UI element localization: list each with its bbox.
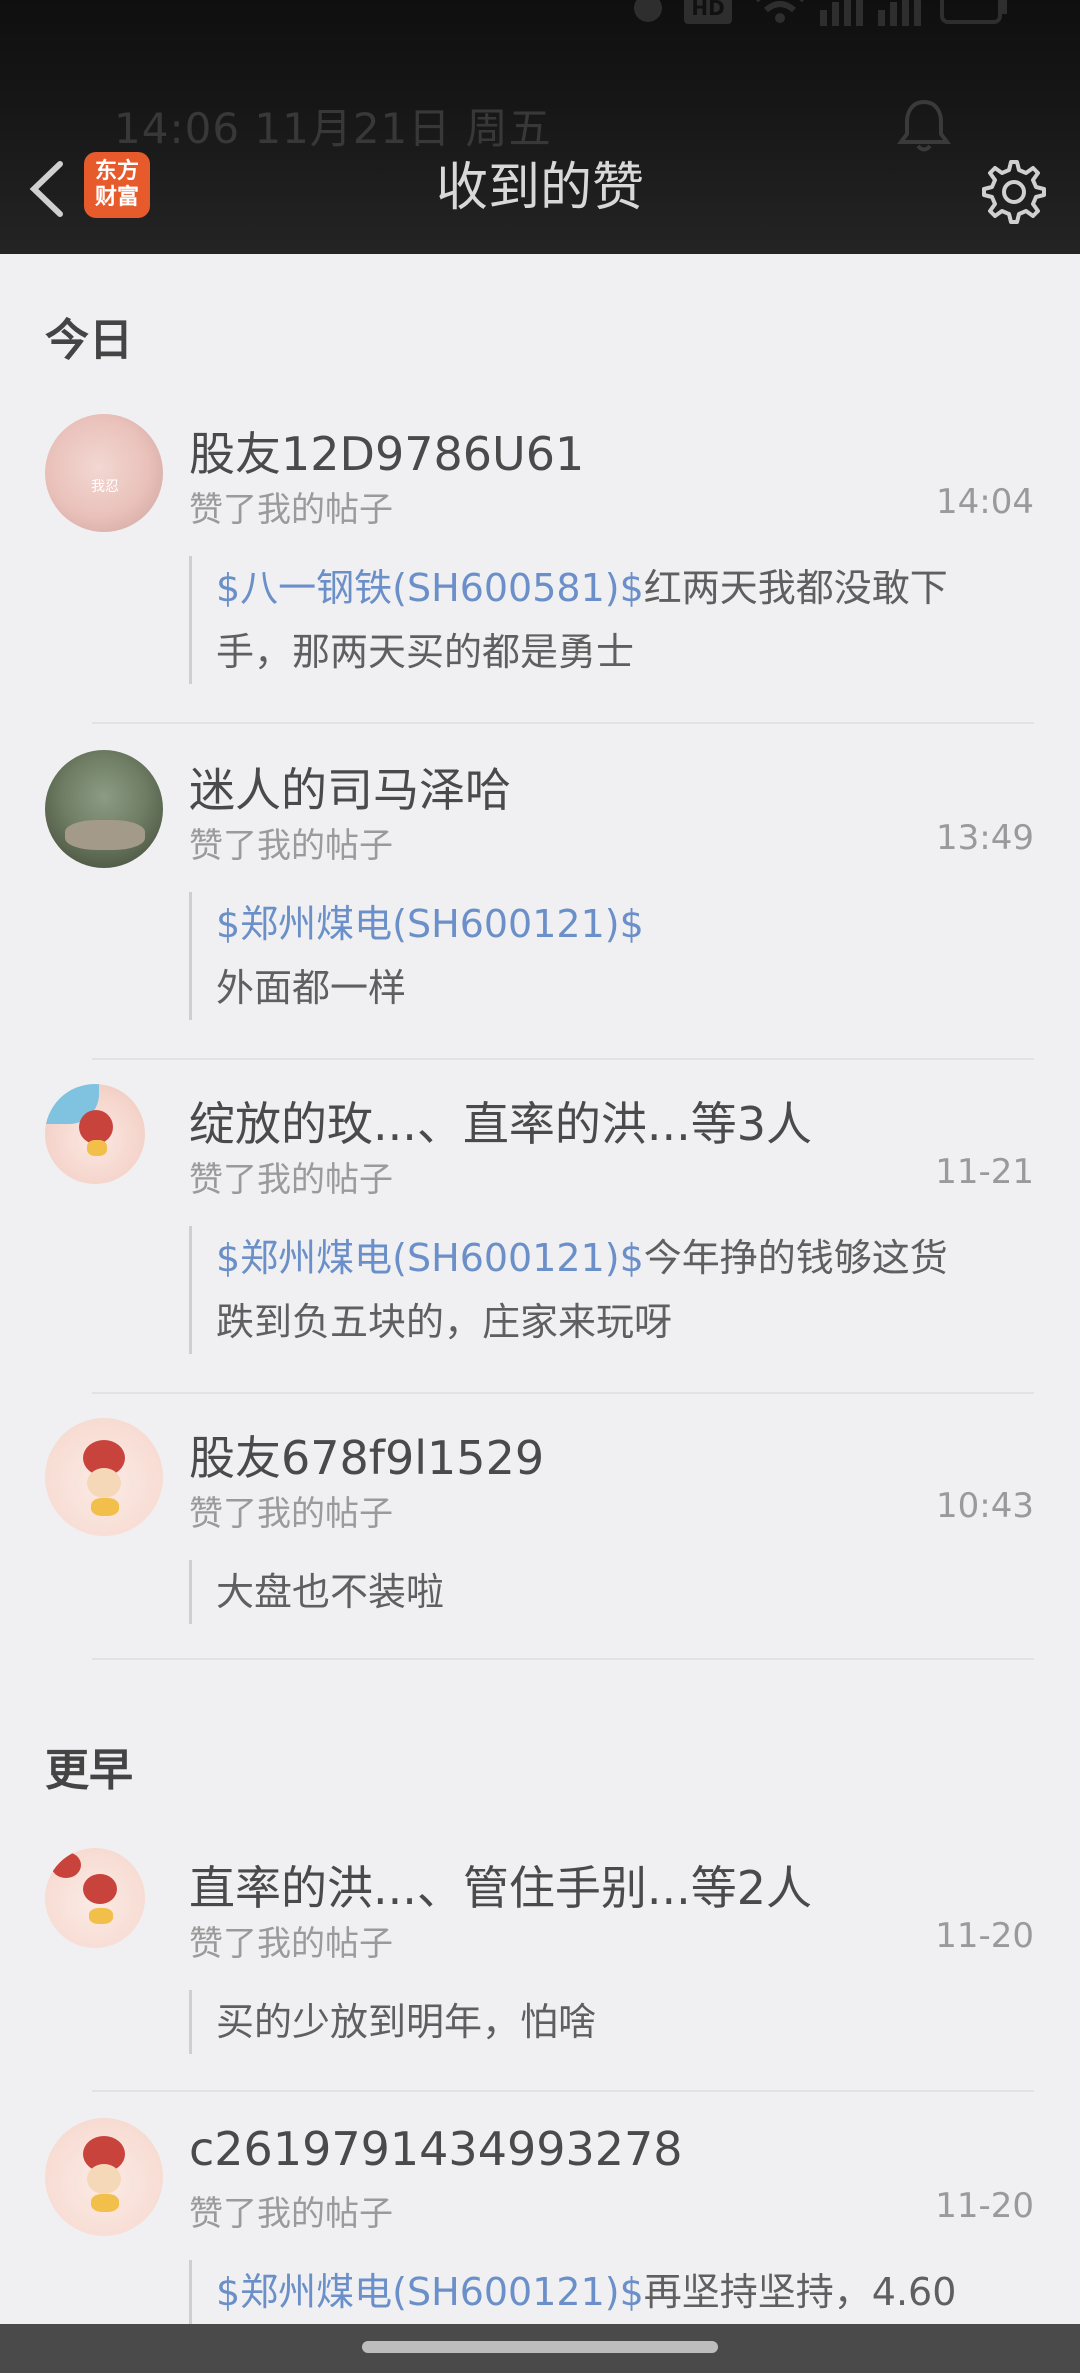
post-text: 今年挣的钱够这货 [643, 1236, 948, 1280]
avatar[interactable]: 我忍 [45, 414, 163, 532]
avatar-label: 我忍 [91, 479, 119, 495]
alarm-icon [634, 0, 662, 22]
home-indicator[interactable] [362, 2341, 718, 2353]
user-name[interactable]: c2619791434993278 [189, 2122, 683, 2176]
divider [92, 1058, 1034, 1060]
post-text-cont: 跌到负五块的，庄家来玩呀 [216, 1300, 673, 1344]
notification-time: 14:06 11月21日 周五 [114, 104, 552, 153]
quoted-post[interactable]: $郑州煤电(SH600121)$今年挣的钱够这货 跌到负五块的，庄家来玩呀 [189, 1226, 1056, 1354]
battery-icon [940, 0, 1007, 24]
timestamp: 13:49 [936, 818, 1034, 858]
signal-icon-1 [820, 0, 863, 26]
quoted-post[interactable]: 买的少放到明年，怕啥 [189, 1990, 1056, 2054]
stock-link[interactable]: $郑州煤电(SH600121)$ [216, 2270, 644, 2314]
page-title: 收到的赞 [435, 158, 644, 218]
likes-list[interactable]: 今日 我忍 股友12D9786U61 赞了我的帖子 14:04 $八一钢铁(SH… [0, 254, 1080, 2324]
divider [92, 1658, 1034, 1660]
post-text: 买的少放到明年，怕啥 [216, 2000, 597, 2044]
divider [92, 1392, 1034, 1394]
divider [92, 2090, 1034, 2092]
wifi-icon [756, 0, 804, 23]
post-text-cont: 手，那两天买的都是勇士 [216, 630, 635, 674]
stock-link[interactable]: $郑州煤电(SH600121)$ [216, 1236, 644, 1280]
post-text: 红两天我都没敢下 [643, 566, 948, 610]
avatar[interactable] [45, 2118, 163, 2236]
timestamp: 14:04 [936, 482, 1034, 522]
bell-icon [897, 99, 951, 152]
user-name[interactable]: 绽放的玫...、直率的洪...等3人 [189, 1088, 812, 1154]
quoted-post[interactable]: $郑州煤电(SH600121)$再坚持坚持，4.60 [189, 2260, 1056, 2324]
action-text: 赞了我的帖子 [189, 1924, 393, 1964]
post-text: 再坚持坚持，4.60 [643, 2270, 957, 2314]
navigation-bar [0, 2324, 1080, 2373]
status-bar: HD [0, 0, 1080, 40]
stock-link[interactable]: $八一钢铁(SH600581)$ [216, 566, 644, 610]
user-name[interactable]: 直率的洪...、管住手别...等2人 [189, 1852, 812, 1918]
post-text: 大盘也不装啦 [216, 1570, 445, 1614]
action-text: 赞了我的帖子 [189, 1494, 393, 1534]
quoted-post[interactable]: $郑州煤电(SH600121)$ 外面都一样 [189, 892, 1056, 1020]
quoted-post[interactable]: 大盘也不装啦 [189, 1560, 1056, 1624]
header-bar: HD 14:06 11月21日 周五 东方 财富 收到的赞 [0, 0, 1080, 254]
user-name[interactable]: 股友12D9786U61 [189, 418, 584, 484]
action-text: 赞了我的帖子 [189, 490, 393, 530]
action-text: 赞了我的帖子 [189, 2194, 393, 2234]
section-title-earlier: 更早 [45, 1745, 133, 1796]
quoted-post[interactable]: $八一钢铁(SH600581)$红两天我都没敢下 手，那两天买的都是勇士 [189, 556, 1056, 684]
timestamp: 11-20 [935, 2186, 1034, 2226]
section-title-today: 今日 [45, 315, 133, 366]
user-name[interactable]: 股友678f9l1529 [189, 1422, 544, 1488]
hd-badge: HD [684, 0, 732, 24]
gear-icon[interactable] [976, 156, 1046, 226]
timestamp: 11-20 [935, 1916, 1034, 1956]
post-text: 外面都一样 [216, 966, 407, 1010]
stock-link[interactable]: $郑州煤电(SH600121)$ [216, 902, 644, 946]
avatar[interactable] [45, 750, 163, 868]
signal-icon-2 [878, 0, 921, 26]
timestamp: 10:43 [936, 1486, 1034, 1526]
timestamp: 11-21 [935, 1152, 1034, 1192]
divider [92, 722, 1034, 724]
avatar-group[interactable] [45, 1084, 145, 1184]
action-text: 赞了我的帖子 [189, 826, 393, 866]
user-name[interactable]: 迷人的司马泽哈 [189, 754, 511, 820]
avatar[interactable] [45, 1418, 163, 1536]
avatar-group[interactable] [45, 1848, 145, 1948]
action-text: 赞了我的帖子 [189, 1160, 393, 1200]
